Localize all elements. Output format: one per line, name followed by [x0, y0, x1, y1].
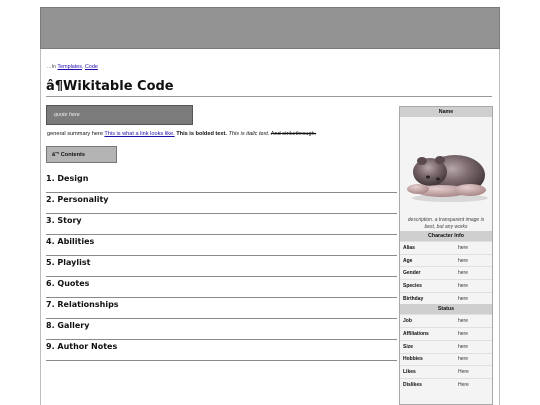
section-list: 1. Design 2. Personality 3. Story 4. Abi… — [46, 172, 397, 361]
section-heading-personality[interactable]: 2. Personality — [46, 193, 397, 214]
status-row-hobbies: Hobbies here — [400, 352, 492, 366]
character-infobox: Name description. a transparent image is… — [399, 106, 493, 405]
status-value: here — [458, 330, 469, 337]
example-link[interactable]: This is what a link looks like. — [104, 131, 174, 137]
status-row-affiliations: Affiliations here — [400, 327, 492, 340]
section-label: 6. Quotes — [46, 279, 90, 288]
status-key: Dislikes — [403, 381, 422, 388]
bold-text: This is bolded text. — [176, 131, 227, 137]
infobox-caption: description. a transparent image is best… — [407, 217, 485, 230]
section-heading-relationships[interactable]: 7. Relationships — [46, 298, 397, 319]
info-value: here — [458, 282, 469, 289]
section-heading-abilities[interactable]: 4. Abilities — [46, 235, 397, 256]
status-value: Here — [458, 369, 469, 376]
breadcrumb-prefix: ...In — [47, 64, 56, 70]
info-row-age: Age here — [400, 253, 492, 267]
status-key: Hobbies — [403, 356, 423, 363]
status-row-dislikes: Dislikes Here — [400, 377, 492, 391]
status-row-job: Job here — [400, 314, 492, 327]
section-label: 7. Relationships — [46, 300, 119, 309]
section-heading-story[interactable]: 3. Story — [46, 214, 397, 235]
info-key: Alias — [403, 244, 415, 251]
section-label: 4. Abilities — [46, 237, 95, 246]
status-key: Size — [403, 343, 414, 350]
info-row-alias: Alias here — [400, 241, 492, 254]
breadcrumb-link-code[interactable]: Code — [85, 64, 98, 70]
section-label: 5. Playlist — [46, 258, 91, 267]
section-label: 8. Gallery — [46, 321, 90, 330]
contents-label: â˜° Contents — [52, 152, 86, 158]
info-value: here — [458, 270, 469, 277]
info-value: here — [458, 244, 469, 251]
status-value: Here — [458, 381, 469, 388]
strikethrough-text: And strikethrough. — [270, 131, 317, 137]
summary-paragraph: general summary here This is what a link… — [47, 131, 316, 137]
infobox-image — [400, 117, 492, 217]
section-label: 3. Story — [46, 216, 82, 225]
status-key: Job — [403, 318, 412, 325]
section-heading-author-notes[interactable]: 9. Author Notes — [46, 340, 397, 361]
info-key: Age — [403, 257, 413, 264]
info-key: Birthday — [403, 295, 424, 302]
contents-toggle-button[interactable]: â˜° Contents — [46, 146, 117, 163]
quote-box: quote here — [46, 105, 193, 125]
title-divider — [46, 96, 492, 97]
quote-text: quote here — [54, 112, 80, 118]
status-row-size: Size here — [400, 339, 492, 353]
status-value: here — [458, 343, 469, 350]
status-key: Affiliations — [403, 330, 429, 337]
breadcrumb-separator: , — [81, 64, 84, 70]
page-title: â¶Wikitable Code — [46, 79, 174, 94]
info-row-gender: Gender here — [400, 266, 492, 279]
section-heading-gallery[interactable]: 8. Gallery — [46, 319, 397, 340]
section-heading-quotes[interactable]: 6. Quotes — [46, 277, 397, 298]
lounging-creature-image — [407, 155, 488, 202]
status-value: here — [458, 318, 469, 325]
status-value: here — [458, 356, 469, 363]
section-label: 1. Design — [46, 174, 89, 183]
status-key: Likes — [403, 369, 416, 376]
character-info-header: Character Info — [400, 231, 492, 241]
info-value: here — [458, 295, 469, 302]
info-row-species: Species here — [400, 279, 492, 292]
site-header-banner — [40, 7, 500, 49]
info-key: Species — [403, 282, 422, 289]
status-header: Status — [400, 304, 492, 315]
breadcrumb: ...In Templates, Code — [47, 64, 98, 70]
status-row-likes: Likes Here — [400, 365, 492, 378]
info-value: here — [458, 257, 469, 264]
section-heading-design[interactable]: 1. Design — [46, 172, 397, 193]
breadcrumb-link-templates[interactable]: Templates — [57, 64, 82, 70]
infobox-name-header: Name — [400, 107, 492, 117]
section-heading-playlist[interactable]: 5. Playlist — [46, 256, 397, 277]
info-row-birthday: Birthday here — [400, 291, 492, 305]
section-label: 9. Author Notes — [46, 342, 118, 351]
italic-text: This is italic text. — [228, 131, 270, 137]
info-key: Gender — [403, 270, 421, 277]
section-label: 2. Personality — [46, 195, 109, 204]
summary-lead: general summary here — [47, 131, 103, 137]
